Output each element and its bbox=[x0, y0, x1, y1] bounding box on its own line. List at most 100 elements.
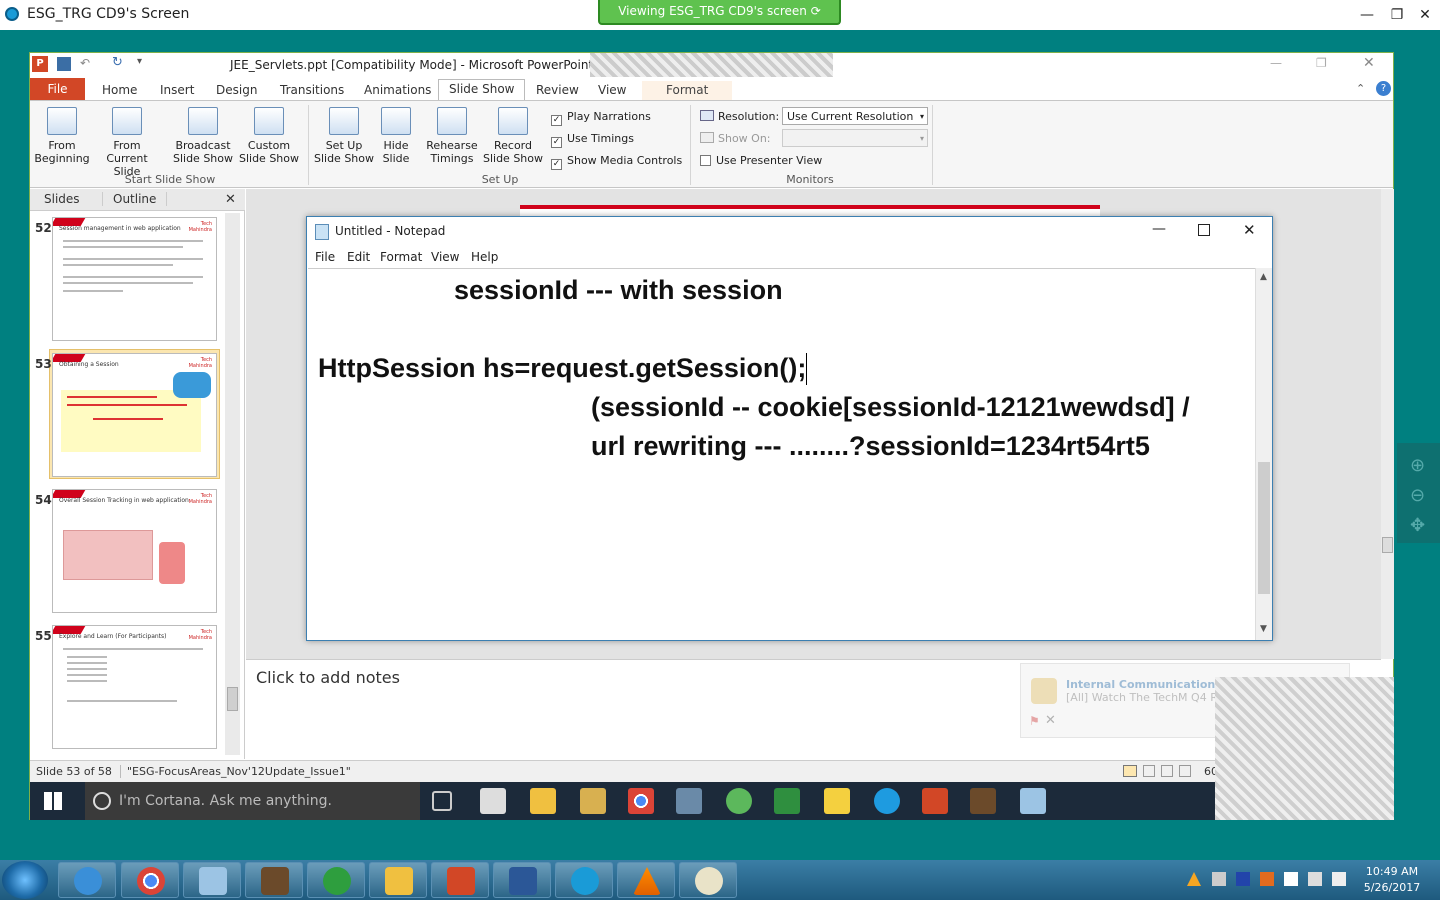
menu-file[interactable]: File bbox=[315, 250, 335, 264]
tab-slides[interactable]: Slides bbox=[44, 192, 80, 206]
notepad-maximize-button[interactable] bbox=[1198, 224, 1210, 236]
zoom-out-icon[interactable]: ⊖ bbox=[1410, 485, 1425, 506]
slideshow-view-icon[interactable] bbox=[1179, 765, 1191, 777]
scroll-down-icon[interactable]: ▼ bbox=[1260, 624, 1267, 634]
skype-icon[interactable] bbox=[874, 788, 900, 814]
taskbar-powerpoint[interactable] bbox=[431, 862, 489, 898]
tab-home[interactable]: Home bbox=[92, 81, 147, 100]
tab-outline[interactable]: Outline bbox=[102, 192, 168, 206]
use-timings-checkbox[interactable]: ✓ Use Timings bbox=[551, 132, 634, 148]
powerpoint-taskbar-icon[interactable] bbox=[922, 788, 948, 814]
scroll-thumb[interactable] bbox=[1382, 537, 1393, 553]
broadcast-button[interactable]: Broadcast Slide Show bbox=[172, 101, 234, 165]
notepad-text-area[interactable]: sessionId --- with session HttpSession h… bbox=[308, 268, 1255, 640]
project-icon[interactable] bbox=[774, 788, 800, 814]
taskbar-chrome[interactable] bbox=[121, 862, 179, 898]
tab-transitions[interactable]: Transitions bbox=[270, 81, 354, 100]
ppt-close-button[interactable]: ✕ bbox=[1363, 55, 1375, 71]
menu-help[interactable]: Help bbox=[471, 250, 498, 264]
play-narrations-checkbox[interactable]: ✓ Play Narrations bbox=[551, 110, 651, 126]
tab-format[interactable]: Format bbox=[642, 81, 733, 100]
slide-thumbnail[interactable]: Overall Session Tracking in web applicat… bbox=[52, 489, 217, 613]
hide-slide-button[interactable]: Hide Slide bbox=[376, 101, 416, 165]
shield-tray-icon[interactable] bbox=[1236, 872, 1250, 886]
close-button[interactable]: ✕ bbox=[1410, 5, 1440, 25]
from-current-button[interactable]: From Current Slide bbox=[92, 101, 162, 178]
outlook-icon[interactable] bbox=[580, 788, 606, 814]
undo-icon[interactable]: ↶ bbox=[80, 56, 90, 70]
normal-view-icon[interactable] bbox=[1123, 765, 1137, 777]
show-media-checkbox[interactable]: ✓ Show Media Controls bbox=[551, 154, 682, 170]
taskbar-paint[interactable] bbox=[679, 862, 737, 898]
flag-tray-icon[interactable] bbox=[1284, 872, 1298, 886]
presenter-view-checkbox[interactable]: Use Presenter View bbox=[700, 154, 822, 167]
restore-button[interactable]: ❐ bbox=[1382, 5, 1412, 25]
zoom-in-icon[interactable]: ⊕ bbox=[1410, 455, 1425, 476]
help-icon[interactable]: ? bbox=[1376, 81, 1391, 96]
scroll-thumb[interactable] bbox=[227, 687, 238, 711]
minimize-button[interactable]: — bbox=[1352, 5, 1382, 25]
notepad-taskbar-icon[interactable] bbox=[1020, 788, 1046, 814]
network-tool-icon[interactable] bbox=[676, 788, 702, 814]
taskbar-explorer[interactable] bbox=[369, 862, 427, 898]
slide-thumbnail-selected[interactable]: Obtaining a Session Tech Mahindra bbox=[52, 353, 217, 477]
system-clock[interactable]: 10:49 AM 5/26/2017 bbox=[1352, 864, 1432, 896]
start-button[interactable] bbox=[2, 861, 48, 899]
notepad-close-button[interactable]: ✕ bbox=[1243, 221, 1256, 239]
flag-icon[interactable]: ⚑ bbox=[1029, 714, 1040, 728]
slide-scrollbar[interactable] bbox=[1381, 189, 1394, 659]
dismiss-icon[interactable]: ✕ bbox=[1045, 713, 1056, 728]
notepad-scrollbar[interactable]: ▲ ▼ bbox=[1255, 268, 1272, 640]
cortana-search[interactable]: I'm Cortana. Ask me anything. bbox=[85, 782, 420, 820]
task-view-icon[interactable] bbox=[432, 791, 452, 811]
show-on-select[interactable]: ▾ bbox=[782, 129, 928, 147]
network-tray-icon[interactable] bbox=[1308, 872, 1322, 886]
store-icon[interactable] bbox=[480, 788, 506, 814]
taskbar-remote[interactable] bbox=[555, 862, 613, 898]
tab-view[interactable]: View bbox=[588, 81, 636, 100]
windows-start-icon[interactable] bbox=[44, 792, 62, 810]
tray-icon[interactable] bbox=[1212, 872, 1226, 886]
resolution-select[interactable]: Use Current Resolution ▾ bbox=[782, 107, 928, 125]
chrome-icon[interactable] bbox=[628, 788, 654, 814]
tab-review[interactable]: Review bbox=[526, 81, 589, 100]
folder-icon[interactable] bbox=[824, 788, 850, 814]
scroll-thumb[interactable] bbox=[1258, 462, 1270, 594]
save-icon[interactable] bbox=[57, 57, 71, 71]
taskbar-app[interactable] bbox=[307, 862, 365, 898]
taskbar-java-ide[interactable] bbox=[245, 862, 303, 898]
slide-thumbnail[interactable]: Session management in web application Te… bbox=[52, 217, 217, 341]
taskbar-ie[interactable] bbox=[58, 862, 116, 898]
tab-design[interactable]: Design bbox=[206, 81, 267, 100]
tab-file[interactable]: File bbox=[30, 78, 85, 100]
sorter-view-icon[interactable] bbox=[1143, 765, 1155, 777]
tab-animations[interactable]: Animations bbox=[354, 81, 441, 100]
taskbar-vlc[interactable] bbox=[617, 862, 675, 898]
qat-dropdown-icon[interactable]: ▾ bbox=[137, 56, 142, 67]
java-ide-icon[interactable] bbox=[970, 788, 996, 814]
scroll-up-icon[interactable]: ▲ bbox=[1260, 272, 1267, 282]
ppt-restore-button[interactable]: ❐ bbox=[1316, 56, 1327, 70]
tab-insert[interactable]: Insert bbox=[150, 81, 204, 100]
app-green-icon[interactable] bbox=[726, 788, 752, 814]
close-panel-icon[interactable]: ✕ bbox=[225, 192, 236, 207]
move-icon[interactable]: ✥ bbox=[1410, 515, 1425, 536]
notepad-minimize-button[interactable]: — bbox=[1152, 221, 1166, 237]
file-explorer-icon[interactable] bbox=[530, 788, 556, 814]
panel-scrollbar[interactable] bbox=[225, 213, 240, 755]
volume-tray-icon[interactable] bbox=[1332, 872, 1346, 886]
custom-show-button[interactable]: Custom Slide Show bbox=[234, 101, 304, 165]
rehearse-button[interactable]: Rehearse Timings bbox=[422, 101, 482, 165]
menu-view[interactable]: View bbox=[431, 250, 459, 264]
from-beginning-button[interactable]: From Beginning bbox=[32, 101, 92, 165]
tray-icon[interactable] bbox=[1260, 872, 1274, 886]
ppt-minimize-button[interactable]: — bbox=[1270, 56, 1282, 70]
tab-slide-show[interactable]: Slide Show bbox=[438, 79, 526, 100]
record-show-button[interactable]: Record Slide Show bbox=[482, 101, 544, 165]
reading-view-icon[interactable] bbox=[1161, 765, 1173, 777]
ribbon-collapse-icon[interactable]: ⌃ bbox=[1356, 82, 1365, 95]
menu-format[interactable]: Format bbox=[380, 250, 422, 264]
taskbar-notepad[interactable] bbox=[183, 862, 241, 898]
setup-show-button[interactable]: Set Up Slide Show bbox=[312, 101, 376, 165]
redo-icon[interactable]: ↻ bbox=[112, 55, 123, 70]
